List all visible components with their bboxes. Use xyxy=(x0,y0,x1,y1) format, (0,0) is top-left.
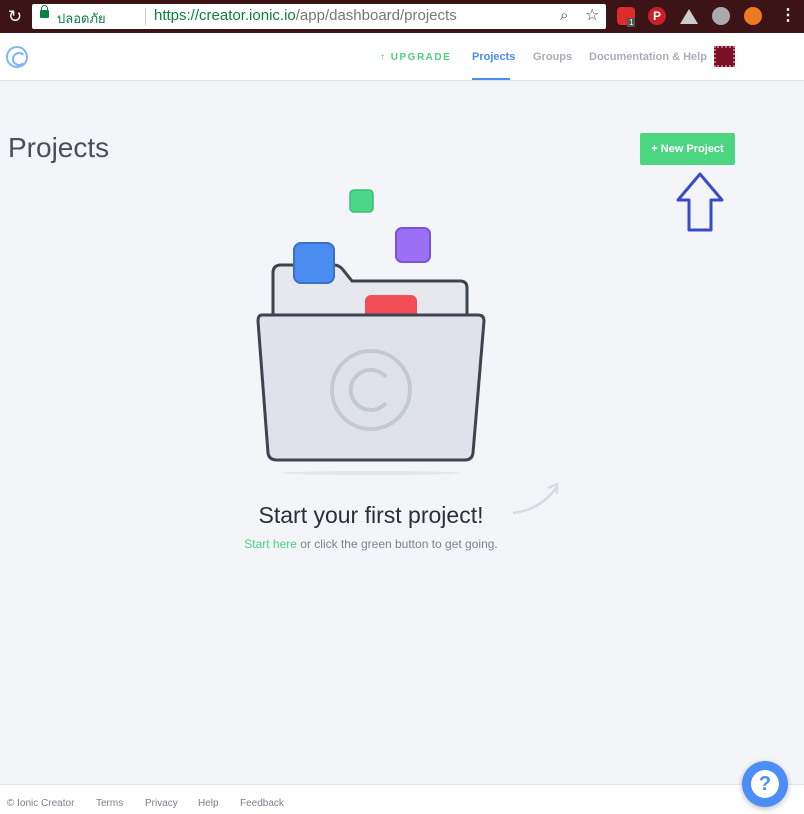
active-tab-indicator xyxy=(472,78,510,80)
orange-extension-icon[interactable] xyxy=(744,7,762,25)
address-separator xyxy=(145,8,146,25)
secure-label: ปลอดภัย xyxy=(57,12,106,27)
browser-toolbar: ↻ ปลอดภัย https://creator.ionic.io/app/d… xyxy=(0,0,804,33)
url-text[interactable]: https://creator.ionic.io/app/dashboard/p… xyxy=(154,7,457,24)
footer-help-link[interactable]: Help xyxy=(198,798,219,809)
footer-terms-link[interactable]: Terms xyxy=(96,798,123,809)
pinterest-extension-icon[interactable]: P xyxy=(648,7,666,25)
footer-privacy-link[interactable]: Privacy xyxy=(145,798,178,809)
chat-extension-icon[interactable] xyxy=(712,7,730,25)
browser-menu-icon[interactable]: ⋮ xyxy=(780,6,796,26)
empty-state-heading: Start your first project! xyxy=(258,502,484,528)
new-project-button[interactable]: + New Project xyxy=(640,133,735,165)
help-button[interactable]: ? xyxy=(742,761,788,807)
page-title: Projects xyxy=(8,132,110,163)
drive-extension-icon[interactable] xyxy=(680,9,698,24)
empty-state-subtext: Start here or click the green button to … xyxy=(0,537,742,551)
ionic-logo-icon[interactable] xyxy=(6,46,28,68)
extension-badge: 1 xyxy=(627,18,636,27)
app-header: ↑ UPGRADE Projects Groups Documentation … xyxy=(0,33,804,81)
zoom-icon[interactable]: ⌕ xyxy=(560,6,568,24)
footer-feedback-link[interactable]: Feedback xyxy=(240,798,284,809)
avatar[interactable] xyxy=(714,46,735,67)
footer: © Ionic Creator Terms Privacy Help Feedb… xyxy=(0,784,804,814)
green-square-icon xyxy=(349,189,374,213)
purple-square-icon xyxy=(395,227,431,263)
footer-copyright: © Ionic Creator xyxy=(7,798,75,809)
star-icon[interactable]: ☆ xyxy=(585,5,599,24)
tab-projects[interactable]: Projects xyxy=(472,51,515,63)
address-bar[interactable]: ปลอดภัย https://creator.ionic.io/app/das… xyxy=(32,4,606,29)
empty-state-instructions: or click the green button to get going. xyxy=(296,537,498,551)
start-here-link[interactable]: Start here xyxy=(244,537,297,551)
tab-groups[interactable]: Groups xyxy=(533,51,572,63)
upgrade-link[interactable]: ↑ UPGRADE xyxy=(380,52,451,63)
blue-square-icon xyxy=(293,242,335,284)
tab-documentation-help[interactable]: Documentation & Help xyxy=(589,51,707,63)
lock-icon xyxy=(40,5,49,18)
folder-illustration xyxy=(256,189,486,475)
adblock-extension-icon[interactable]: 1 xyxy=(617,7,636,27)
question-icon: ? xyxy=(751,770,779,798)
annotation-arrow-icon xyxy=(676,172,724,232)
reload-icon[interactable]: ↻ xyxy=(5,7,25,27)
